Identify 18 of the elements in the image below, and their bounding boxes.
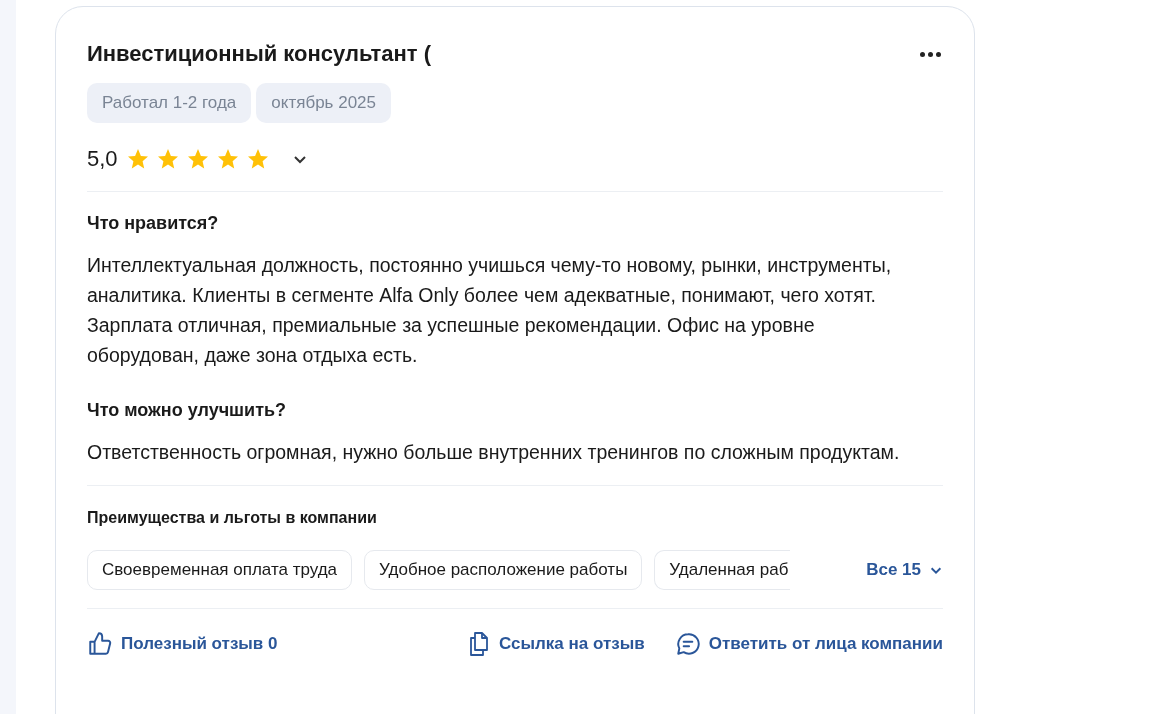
info-tag: Работал 1-2 года [87, 83, 252, 123]
chat-icon [674, 631, 701, 657]
section-heading: Что нравится? [87, 212, 220, 235]
benefit-chip: Удаленная раб [654, 550, 791, 590]
copy-link-button[interactable]: Ссылка на отзыв [467, 631, 645, 657]
section-text: Ответственность огромная, нужно больше внутренних тренингов по сложным продуктам. [87, 440, 901, 465]
thumbs-up-icon [87, 631, 113, 657]
benefit-chip: Удобное расположение работы [364, 550, 643, 590]
rating-value: 5,0 [87, 145, 118, 173]
section-heading: Что можно улучшить? [87, 399, 288, 422]
reply-button[interactable]: Ответить от лица компании [674, 631, 943, 657]
section-text: Интеллектуальная должность, постоянно учишься чему-то новому, рынки, инструменты, аналитика. Клиенты в сегменте Alfa Only более чем адекватные, понимают, чего хотят. Зарплата отличная, премиальные за успешные рекомендации. Офис на уровне оборудован, даже зона отдыха есть. [87, 253, 893, 368]
benefits-heading: Преимущества и льготы в компании [87, 508, 378, 528]
show-all-button[interactable]: Все 15 [866, 557, 943, 583]
benefit-chip: Своевременная оплата труда [87, 550, 353, 590]
review-title: Инвестиционный консультант ( [87, 40, 431, 68]
helpful-button[interactable]: Полезный отзыв 0 [87, 631, 278, 657]
info-tag: октябрь 2025 [256, 83, 391, 123]
